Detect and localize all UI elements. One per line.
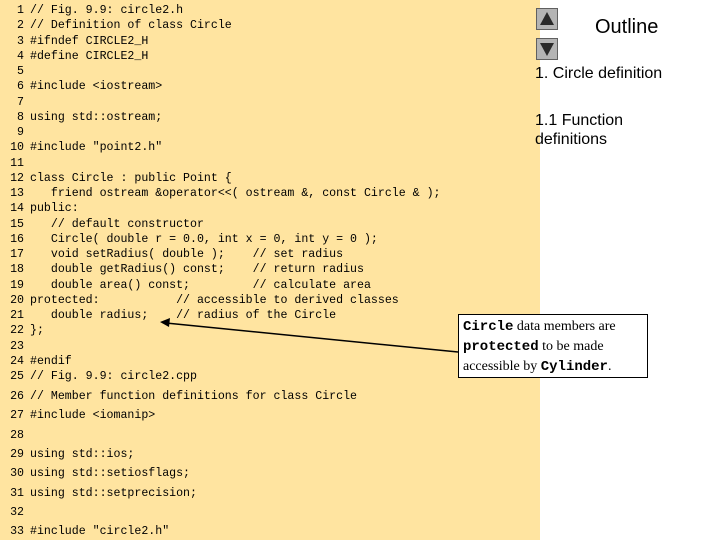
line-text: // default constructor	[30, 217, 204, 231]
up-arrow-icon[interactable]	[536, 8, 558, 30]
line-number: 5	[17, 65, 24, 78]
line-number: 26	[10, 390, 24, 403]
line-text: // Definition of class Circle	[30, 19, 232, 33]
line-number: 20	[10, 293, 24, 307]
line-number: 29	[10, 447, 24, 461]
line-text: public:	[30, 202, 79, 216]
line-text: #include "circle2.h"	[30, 525, 170, 539]
line-text: // Member function definitions for class…	[30, 390, 357, 403]
line-text: class Circle : public Point {	[30, 171, 232, 185]
line-number: 6	[17, 80, 24, 94]
line-number: 10	[10, 141, 24, 155]
line-text: void setRadius( double ); // set radius	[30, 248, 344, 261]
line-number: 14	[10, 202, 24, 216]
line-text: #include <iomanip>	[30, 409, 156, 423]
line-number: 27	[10, 409, 24, 423]
callout-class-circle: Circle	[463, 319, 514, 335]
outline-title: Outline	[595, 16, 659, 38]
line-text: double radius; // radius of the Circle	[30, 309, 337, 322]
line-text: #ifndef CIRCLE2_H	[30, 34, 149, 48]
line-text: using std::ios;	[30, 447, 135, 461]
line-number: 12	[10, 171, 24, 185]
line-text: double getRadius() const; // return radi…	[30, 263, 364, 277]
line-number: 15	[10, 217, 24, 231]
line-number: 8	[17, 110, 24, 124]
line-text: Circle( double r = 0.0, int x = 0, int y…	[30, 232, 378, 246]
line-text: using std::setprecision;	[30, 486, 197, 500]
line-number: 32	[10, 505, 24, 519]
line-number: 7	[17, 95, 24, 109]
line-text: protected: // accessible to derived clas…	[30, 293, 399, 307]
line-number: 22	[10, 324, 24, 338]
code-panel: 1 // Fig. 9.9: circle2.h 2 // Definition of…	[0, 0, 540, 540]
line-number: 3	[17, 34, 24, 48]
line-number: 23	[10, 339, 24, 353]
callout-keyword-protected: protected	[463, 339, 539, 355]
line-text: double area() const; // calculate area	[30, 278, 371, 292]
line-text: };	[30, 324, 44, 338]
line-number: 24	[10, 354, 24, 368]
callout-class-cylinder: Cylinder	[540, 359, 608, 375]
callout-text-3: .	[607, 359, 612, 374]
line-number: 19	[10, 278, 24, 292]
line-number: 11	[10, 156, 24, 170]
down-arrow-icon[interactable]	[536, 38, 558, 60]
line-text: #define CIRCLE2_H	[30, 49, 149, 63]
line-number: 30	[10, 467, 24, 481]
line-number: 17	[10, 248, 24, 261]
line-number: 31	[10, 486, 24, 500]
line-text: #include "point2.h"	[30, 141, 163, 155]
line-number: 16	[10, 232, 24, 246]
line-number: 18	[10, 263, 24, 277]
line-text: using std::ostream;	[30, 110, 163, 124]
line-number: 2	[17, 19, 24, 33]
line-text: // Fig. 9.9: circle2.cpp	[30, 370, 197, 383]
line-text: // Fig. 9.9: circle2.h	[30, 4, 184, 17]
callout-text-1: data members are	[513, 319, 616, 334]
line-number: 21	[10, 309, 24, 322]
outline-item-function-definitions[interactable]: 1.1 Function definitions	[535, 111, 695, 149]
line-number: 1	[17, 4, 24, 17]
line-text: friend ostream &operator<<( ostream &, c…	[30, 187, 441, 200]
line-number: 33	[10, 525, 24, 539]
line-text: using std::setiosflags;	[30, 467, 191, 481]
line-text: #endif	[30, 354, 72, 368]
line-number: 28	[10, 428, 24, 442]
outline-item-circle-definition[interactable]: 1. Circle definition	[535, 65, 662, 83]
callout-box: Circle data members are protected to be …	[458, 314, 648, 378]
line-text: #include <iostream>	[30, 80, 163, 94]
line-number: 9	[17, 126, 24, 139]
line-number: 13	[10, 187, 24, 200]
line-number: 25	[10, 370, 24, 383]
line-number: 4	[17, 49, 24, 63]
